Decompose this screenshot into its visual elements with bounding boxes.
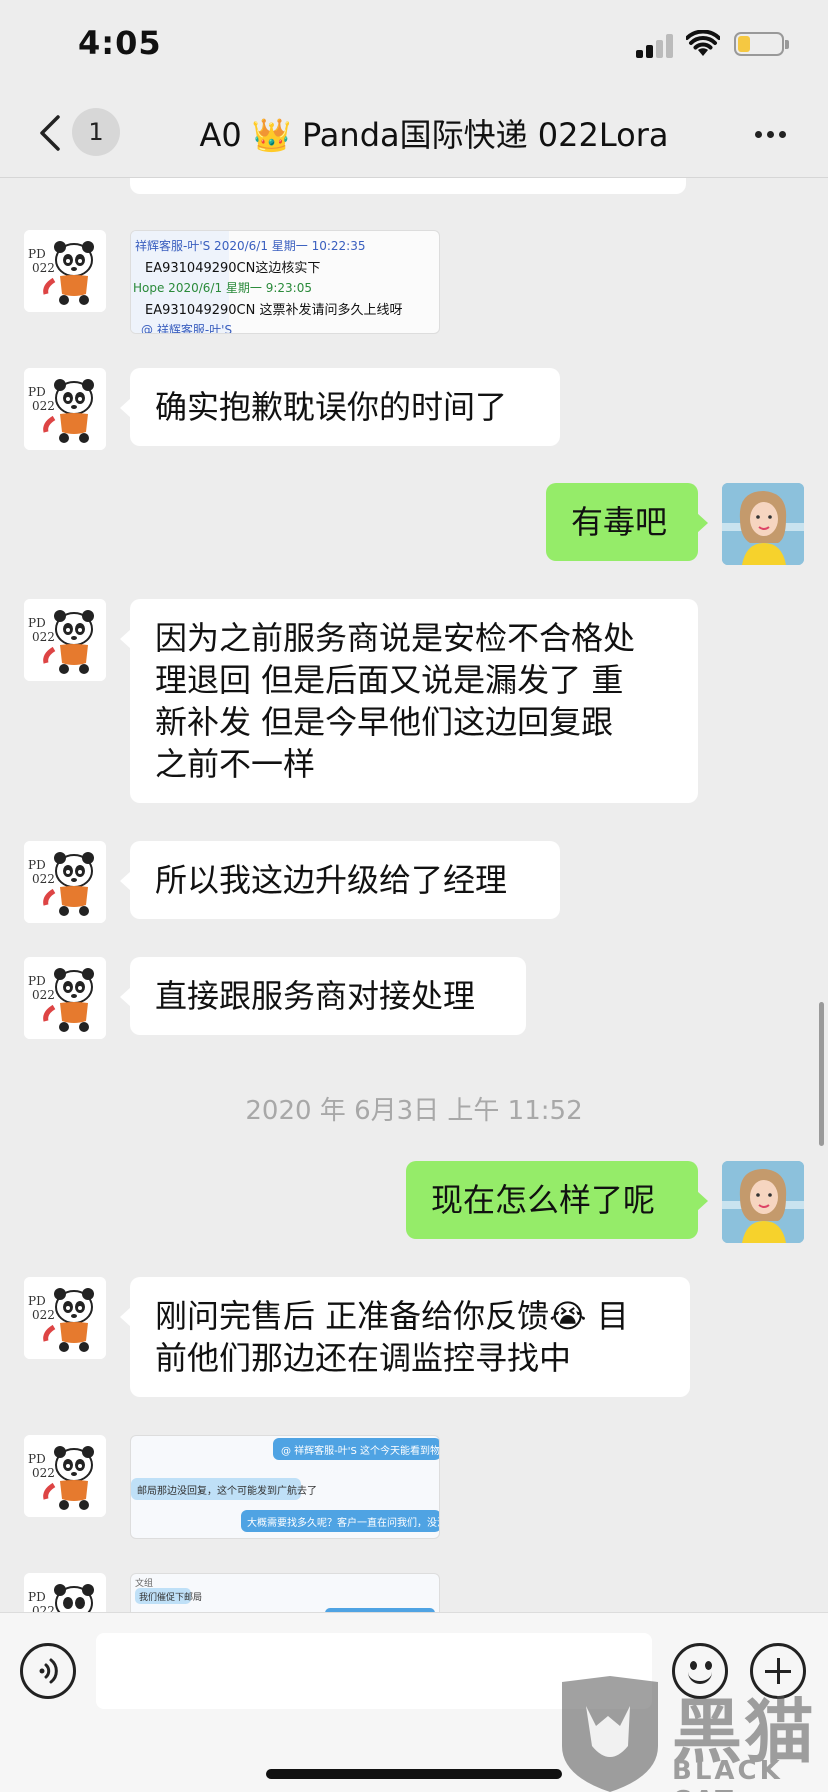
svg-text:PD: PD	[28, 1294, 46, 1308]
screenshot-line: 祥辉客服-叶'S 2020/6/1 星期一 10:22:35	[135, 239, 366, 253]
user-avatar[interactable]	[722, 1161, 804, 1243]
screenshot-line: @ 祥辉客服-叶'S	[141, 323, 233, 334]
user-photo-icon	[722, 483, 804, 565]
screenshot-line: @ 祥辉客服-叶'S 这个今天能看到物品吗	[281, 1446, 440, 1457]
image-message-chat-screenshot[interactable]: 祥辉客服-叶'S 2020/6/1 星期一 10:22:35 EA9310492…	[130, 230, 440, 334]
more-options-button[interactable]	[750, 114, 790, 154]
panda-avatar-icon: PD 022	[24, 957, 106, 1039]
contact-avatar[interactable]: PD 022	[24, 841, 106, 923]
contact-avatar[interactable]: PD 022	[24, 1277, 106, 1359]
chevron-left-icon	[40, 115, 60, 151]
screenshot-line: 大概需要找多久呢？客户一直在问我们，没法给客户	[247, 1518, 439, 1529]
svg-text:022: 022	[32, 399, 55, 413]
message-timestamp: 2020 年 6月3日 上午 11:52	[245, 1096, 583, 1126]
svg-text:PD: PD	[28, 974, 46, 988]
contact-avatar[interactable]: PD 022	[24, 1573, 106, 1612]
user-avatar[interactable]	[722, 483, 804, 565]
svg-text:022: 022	[32, 872, 55, 886]
more-dots-icon	[754, 130, 762, 138]
status-bar: 4:05	[0, 0, 828, 92]
chat-title: A0 👑 Panda国际快递 022Lora	[199, 116, 669, 154]
panda-avatar-icon: PD 022	[24, 599, 106, 681]
svg-text:022: 022	[32, 1604, 55, 1612]
panda-avatar-icon: PD 022	[24, 230, 106, 312]
screenshot-line: Hope 2020/6/1 星期一 9:23:05	[133, 281, 312, 295]
image-message-chat-screenshot[interactable]: @ 祥辉客服-叶'S 这个今天能看到物品吗 邮局那边没回复，这个可能发到广航去了…	[130, 1435, 440, 1539]
black-cat-logo-icon	[562, 1676, 658, 1792]
contact-avatar[interactable]: PD 022	[24, 599, 106, 681]
back-button[interactable]	[30, 108, 70, 158]
status-time: 4:05	[78, 24, 162, 62]
svg-text:PD: PD	[28, 616, 46, 630]
svg-text:PD: PD	[28, 1590, 46, 1604]
svg-text:022: 022	[32, 261, 55, 275]
incoming-message[interactable]: 刚问完售后 正准备给你反馈😭 目 前他们那边还在调监控寻找中	[120, 1277, 690, 1397]
incoming-message[interactable]: 所以我这边升级给了经理	[120, 841, 560, 919]
user-photo-icon	[722, 1161, 804, 1243]
svg-text:PD: PD	[28, 1452, 46, 1466]
svg-text:022: 022	[32, 1466, 55, 1480]
incoming-message[interactable]: 直接跟服务商对接处理	[120, 957, 526, 1035]
contact-avatar[interactable]: PD 022	[24, 957, 106, 1039]
screenshot-line: 我们催促下邮局	[139, 1593, 203, 1603]
screenshot-line: EA931049290CN 这票补发请问多久上线呀	[145, 303, 403, 318]
screenshot-line: 邮局那边没回复，这个可能发到广航去了	[137, 1486, 317, 1497]
watermark-subtext: BLACK CAT	[672, 1756, 783, 1792]
outgoing-message[interactable]: 有毒吧	[546, 483, 708, 561]
unread-count-badge[interactable]: 1	[72, 108, 120, 156]
partial-message-bubble[interactable]	[130, 178, 686, 194]
home-indicator[interactable]	[266, 1769, 562, 1779]
panda-avatar-icon: PD 022	[24, 1573, 106, 1612]
battery-icon	[734, 32, 789, 56]
svg-text:022: 022	[32, 1308, 55, 1322]
svg-text:PD: PD	[28, 385, 46, 399]
voice-wave-icon	[39, 1658, 58, 1684]
cellular-signal-icon	[636, 34, 674, 58]
panda-avatar-icon: PD 022	[24, 1277, 106, 1359]
panda-avatar-icon: PD 022	[24, 368, 106, 450]
contact-avatar[interactable]: PD 022	[24, 1435, 106, 1517]
svg-text:022: 022	[32, 988, 55, 1002]
outgoing-message[interactable]: 现在怎么样了呢	[406, 1161, 708, 1239]
panda-avatar-icon: PD 022	[24, 1435, 106, 1517]
wifi-icon	[686, 30, 720, 56]
svg-text:PD: PD	[28, 858, 46, 872]
panda-avatar-icon: PD 022	[24, 841, 106, 923]
black-cat-watermark: 黑猫 BLACK CAT	[556, 1676, 828, 1792]
voice-input-button[interactable]	[20, 1643, 76, 1699]
contact-avatar[interactable]: PD 022	[24, 230, 106, 312]
smiley-face-icon	[690, 1661, 697, 1670]
image-message-chat-screenshot[interactable]: 文组 我们催促下邮局	[130, 1573, 440, 1612]
incoming-message[interactable]: 因为之前服务商说是安检不合格处 理退回 但是后面又说是漏发了 重 新补发 但是今…	[120, 599, 698, 803]
svg-text:PD: PD	[28, 247, 46, 261]
contact-avatar[interactable]: PD 022	[24, 368, 106, 450]
incoming-message[interactable]: 确实抱歉耽误你的时间了	[120, 368, 560, 446]
scrollbar[interactable]	[819, 1002, 824, 1146]
chat-header: 1 A0 👑 Panda国际快递 022Lora	[0, 92, 828, 178]
screenshot-line: EA931049290CN这边核实下	[145, 261, 321, 276]
svg-text:022: 022	[32, 630, 55, 644]
message-list[interactable]: PD 022 祥辉客服-叶'S 2020/6/1 星期一 10:22:35 EA…	[0, 178, 828, 1612]
